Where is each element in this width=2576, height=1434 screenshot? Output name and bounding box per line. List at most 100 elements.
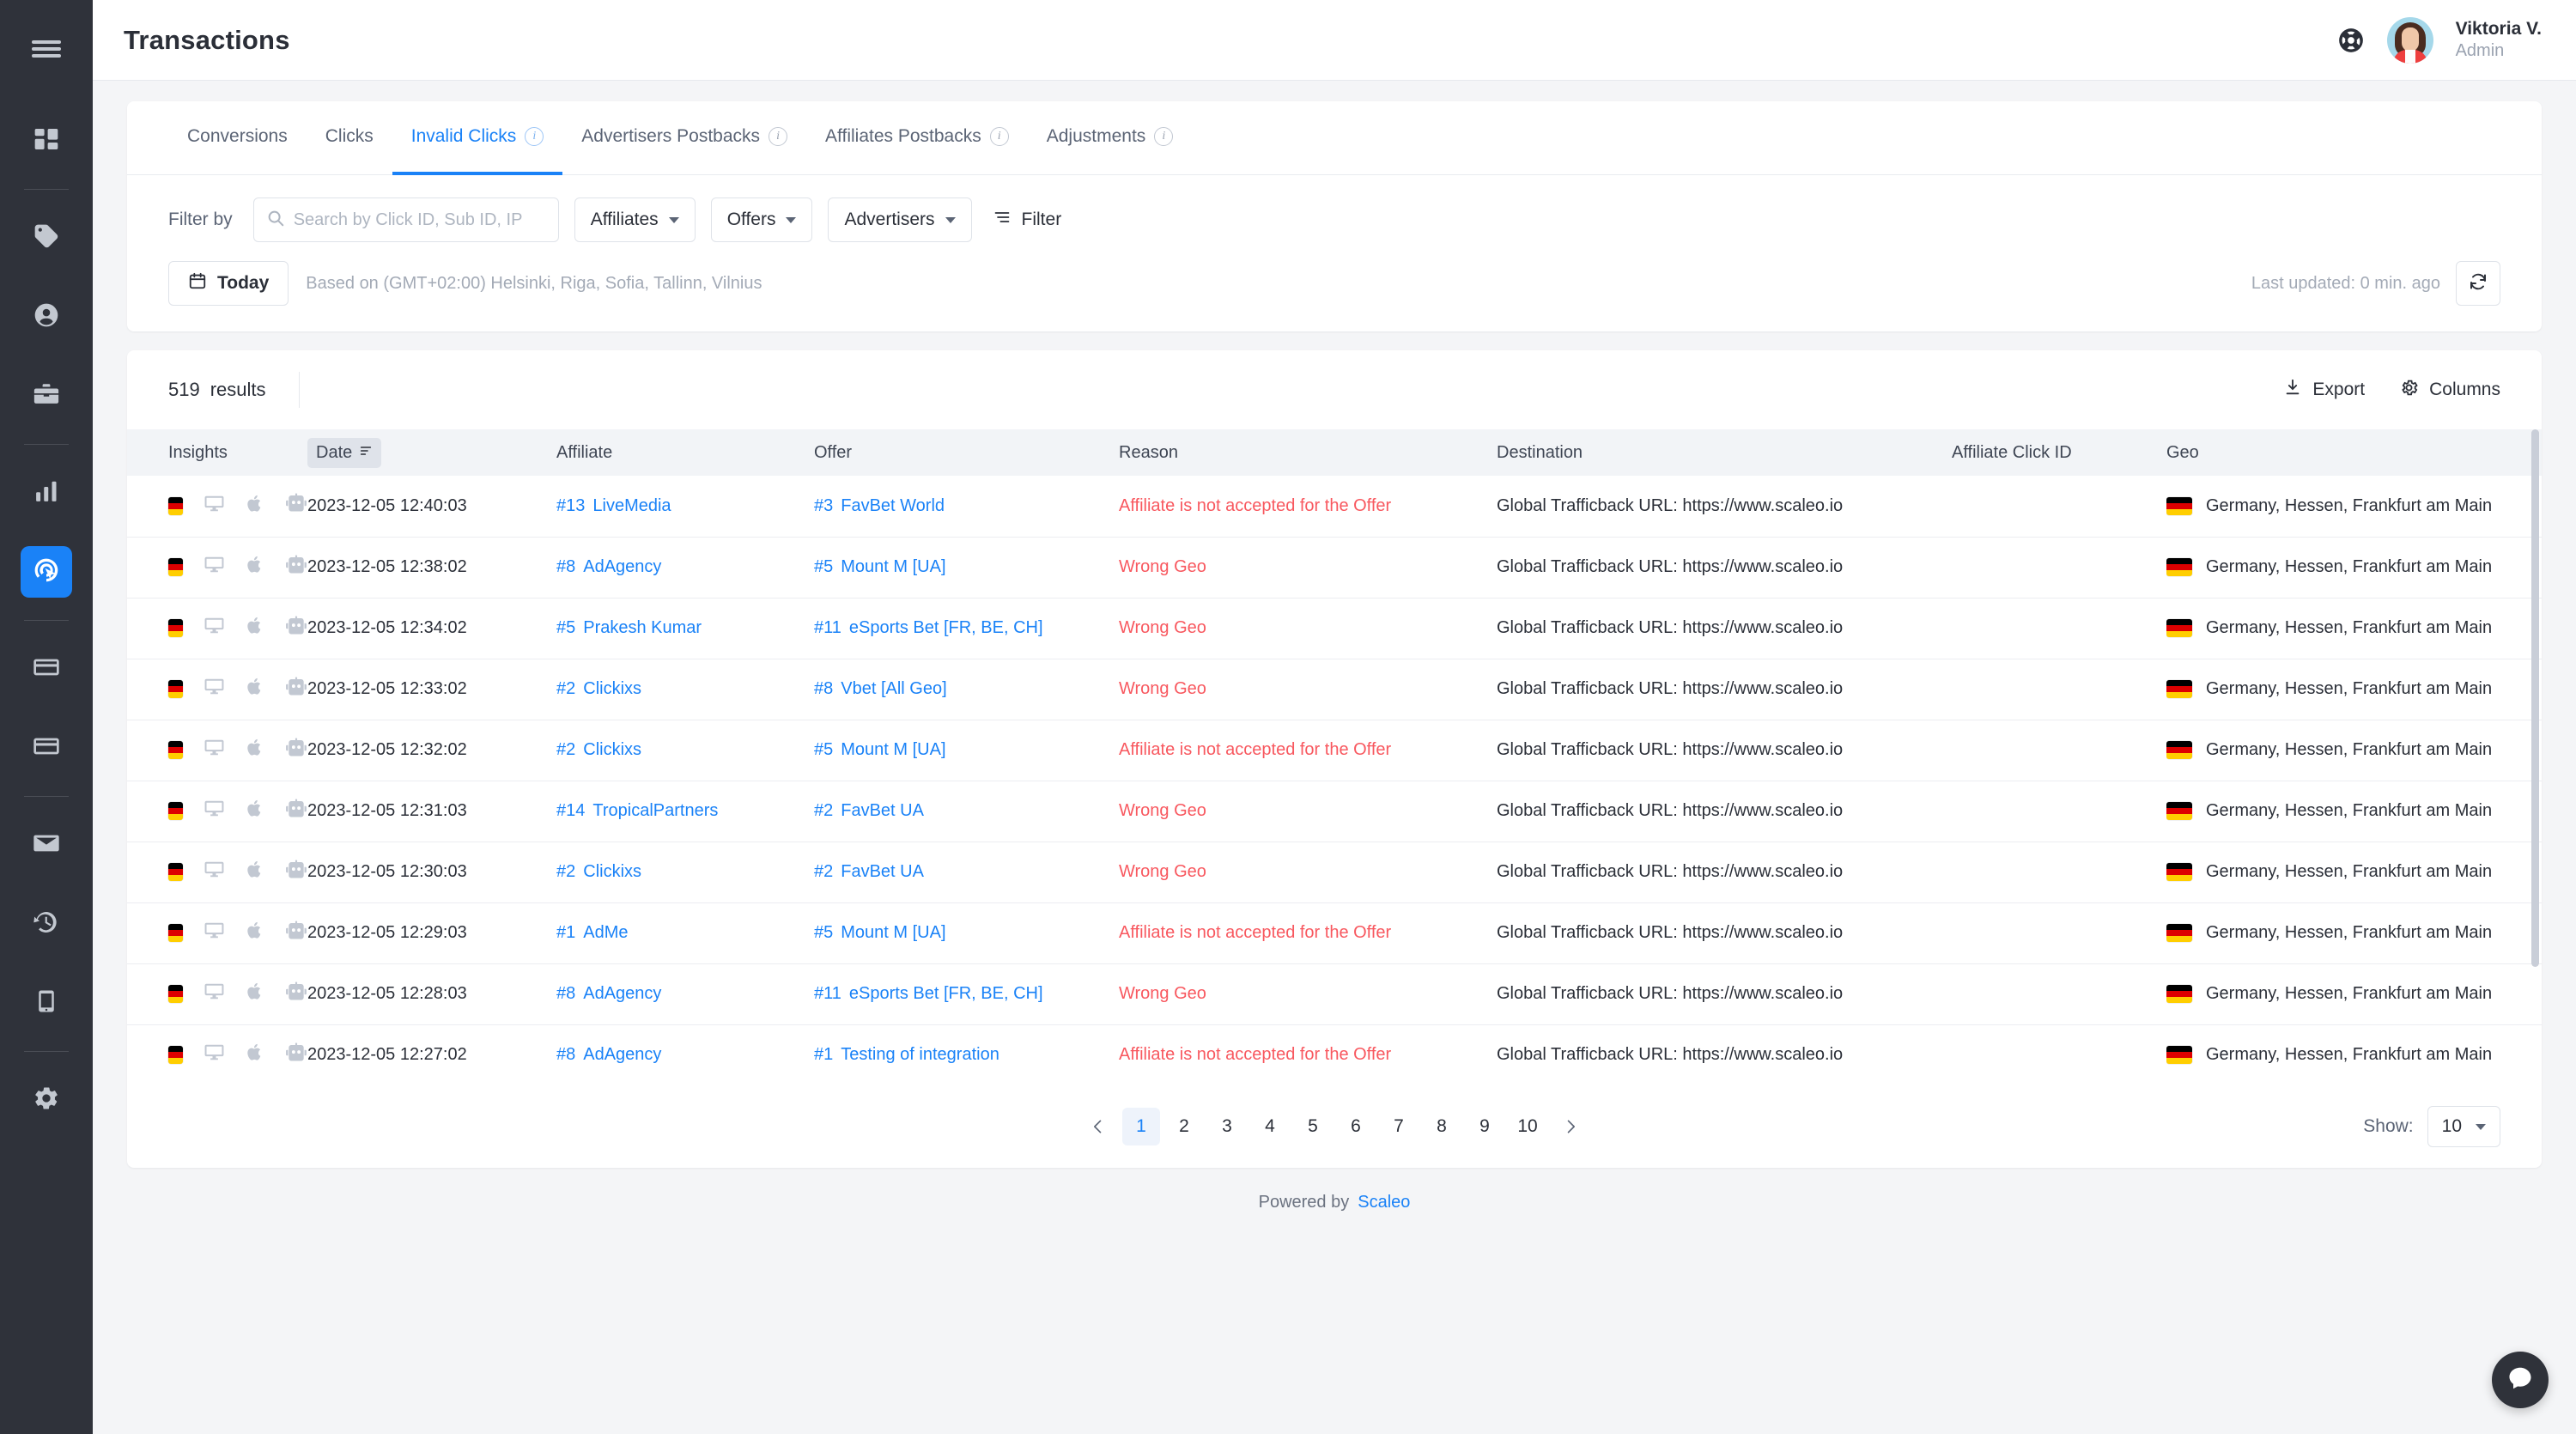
column-header-date[interactable]: Date [307, 429, 556, 476]
info-icon[interactable]: i [769, 127, 788, 146]
offer-link[interactable]: #5 Mount M [UA] [814, 557, 946, 576]
table-row[interactable]: 2023-12-05 12:32:02 #2 Clickixs #5 Mount M [… [127, 720, 2542, 781]
table-row[interactable]: 2023-12-05 12:29:03 #1 AdMe #5 Mount M [UA] A… [127, 902, 2542, 964]
table-row[interactable]: 2023-12-05 12:30:03 #2 Clickixs #2 FavBet UA… [127, 842, 2542, 903]
affiliate-link[interactable]: #1 AdMe [556, 923, 629, 942]
de-flag-icon [2166, 863, 2192, 881]
affiliate-link[interactable]: #2 Clickixs [556, 740, 641, 759]
offer-link[interactable]: #1 Testing of integration [814, 1045, 999, 1064]
affiliate-link[interactable]: #8 AdAgency [556, 984, 661, 1003]
advertisers-dropdown[interactable]: Advertisers [828, 197, 972, 242]
offer-link[interactable]: #8 Vbet [All Geo] [814, 679, 947, 698]
pagination-page-1[interactable]: 1 [1122, 1108, 1160, 1145]
affiliate-link[interactable]: #14 TropicalPartners [556, 801, 718, 820]
sidebar-item-history[interactable] [21, 898, 72, 950]
filter-button[interactable]: Filter [993, 209, 1061, 231]
affiliate-link[interactable]: #8 AdAgency [556, 1045, 661, 1064]
table-row[interactable]: 2023-12-05 12:34:02 #5 Prakesh Kumar #11 eSp… [127, 598, 2542, 659]
tab-conversions[interactable]: Conversions [168, 101, 307, 175]
table-vertical-scrollbar[interactable] [2531, 429, 2539, 967]
refresh-button[interactable] [2456, 261, 2500, 306]
table-row[interactable]: 2023-12-05 12:27:02 #8 AdAgency #1 Testing o… [127, 1024, 2542, 1085]
offer-link[interactable]: #5 Mount M [UA] [814, 923, 946, 942]
offer-id: #11 [814, 984, 841, 1003]
affiliates-dropdown[interactable]: Affiliates [574, 197, 696, 242]
tab-invalid-clicks[interactable]: Invalid Clicks i [392, 101, 563, 175]
pagination-page-6[interactable]: 6 [1337, 1108, 1375, 1145]
table-row[interactable]: 2023-12-05 12:33:02 #2 Clickixs #8 Vbet [All… [127, 659, 2542, 720]
sidebar-item-messages[interactable] [21, 819, 72, 871]
sidebar-divider [24, 444, 69, 445]
columns-button[interactable]: Columns [2399, 378, 2500, 403]
offer-link[interactable]: #11 eSports Bet [FR, BE, CH] [814, 984, 1043, 1003]
table-row[interactable]: 2023-12-05 12:31:03 #14 TropicalPartners #2… [127, 781, 2542, 842]
column-header-affiliate[interactable]: Affiliate [556, 429, 814, 476]
column-header-destination[interactable]: Destination [1497, 429, 1952, 476]
pagination-page-2[interactable]: 2 [1165, 1108, 1203, 1145]
table-row[interactable]: 2023-12-05 12:40:03 #13 LiveMedia #3 FavBet … [127, 476, 2542, 538]
column-header-geo[interactable]: Geo [2166, 429, 2542, 476]
sidebar-item-transactions[interactable] [21, 546, 72, 598]
sidebar-item-reports[interactable] [21, 467, 72, 519]
sidebar-item-offers[interactable] [21, 212, 72, 264]
table-row[interactable]: 2023-12-05 12:38:02 #8 AdAgency #5 Mount M [… [127, 537, 2542, 599]
affiliate-link[interactable]: #2 Clickixs [556, 679, 641, 698]
offers-dropdown[interactable]: Offers [710, 197, 813, 242]
pagination-page-9[interactable]: 9 [1466, 1108, 1504, 1145]
footer-brand-link[interactable]: Scaleo [1358, 1193, 1410, 1212]
pagination-page-4[interactable]: 4 [1251, 1108, 1289, 1145]
column-header-offer[interactable]: Offer [814, 429, 1119, 476]
user-menu[interactable]: Viktoria V. Admin [2456, 18, 2542, 62]
affiliate-link[interactable]: #13 LiveMedia [556, 496, 671, 515]
cell-geo: Germany, Hessen, Frankfurt am Main [2166, 476, 2542, 538]
info-icon[interactable]: i [525, 127, 544, 146]
offer-link[interactable]: #2 FavBet UA [814, 862, 924, 881]
avatar[interactable] [2386, 16, 2433, 64]
de-flag-icon [2166, 1046, 2192, 1065]
cell-insights [127, 902, 307, 964]
tab-adjustments[interactable]: Adjustments i [1028, 101, 1193, 175]
offer-id: #1 [814, 1045, 834, 1065]
sidebar-item-billing[interactable] [21, 643, 72, 695]
main-region: Transactions Viktoria V. Admin Conversio… [93, 0, 2576, 1434]
column-header-insights[interactable]: Insights [127, 429, 307, 476]
geo-text: Germany, Hessen, Frankfurt am Main [2206, 923, 2493, 942]
sidebar-divider [24, 620, 69, 621]
pagination-page-10[interactable]: 10 [1509, 1108, 1546, 1145]
pagination-prev-button[interactable] [1079, 1108, 1117, 1145]
affiliate-link[interactable]: #8 AdAgency [556, 557, 661, 576]
tab-affiliates-postbacks[interactable]: Affiliates Postbacks i [806, 101, 1028, 175]
pagination-page-3[interactable]: 3 [1208, 1108, 1246, 1145]
sidebar-item-advertisers[interactable] [21, 370, 72, 422]
pagination-page-7[interactable]: 7 [1380, 1108, 1418, 1145]
sidebar-item-payments[interactable] [21, 722, 72, 774]
menu-toggle-button[interactable] [0, 19, 93, 79]
column-header-affiliate-click-id[interactable]: Affiliate Click ID [1952, 429, 2166, 476]
pagination-page-8[interactable]: 8 [1423, 1108, 1461, 1145]
offer-link[interactable]: #5 Mount M [UA] [814, 740, 946, 759]
pagination-next-button[interactable] [1552, 1108, 1589, 1145]
tab-advertisers-postbacks[interactable]: Advertisers Postbacks i [562, 101, 806, 175]
sidebar-item-mobile[interactable] [21, 977, 72, 1029]
sidebar-item-affiliates[interactable] [21, 291, 72, 343]
column-header-reason[interactable]: Reason [1119, 429, 1497, 476]
export-button[interactable]: Export [2283, 378, 2365, 402]
search-input[interactable] [293, 210, 546, 230]
affiliate-link[interactable]: #2 Clickixs [556, 862, 641, 881]
info-icon[interactable]: i [989, 127, 1009, 146]
offer-link[interactable]: #11 eSports Bet [FR, BE, CH] [814, 618, 1043, 637]
page-size-select[interactable]: 10 [2427, 1106, 2500, 1147]
sidebar-item-dashboard[interactable] [21, 115, 72, 167]
affiliate-link[interactable]: #5 Prakesh Kumar [556, 618, 702, 637]
tab-clicks[interactable]: Clicks [307, 101, 392, 175]
table-row[interactable]: 2023-12-05 12:28:03 #8 AdAgency #11 eSports … [127, 963, 2542, 1025]
date-range-button[interactable]: Today [168, 261, 289, 306]
pagination-page-5[interactable]: 5 [1294, 1108, 1332, 1145]
chat-launcher-button[interactable] [2492, 1352, 2549, 1408]
sidebar-item-settings[interactable] [21, 1074, 72, 1126]
offer-link[interactable]: #3 FavBet World [814, 496, 945, 515]
offer-link[interactable]: #2 FavBet UA [814, 801, 924, 820]
info-icon[interactable]: i [1154, 127, 1174, 146]
lifebuoy-icon[interactable] [2337, 27, 2365, 54]
search-field[interactable] [252, 197, 559, 242]
